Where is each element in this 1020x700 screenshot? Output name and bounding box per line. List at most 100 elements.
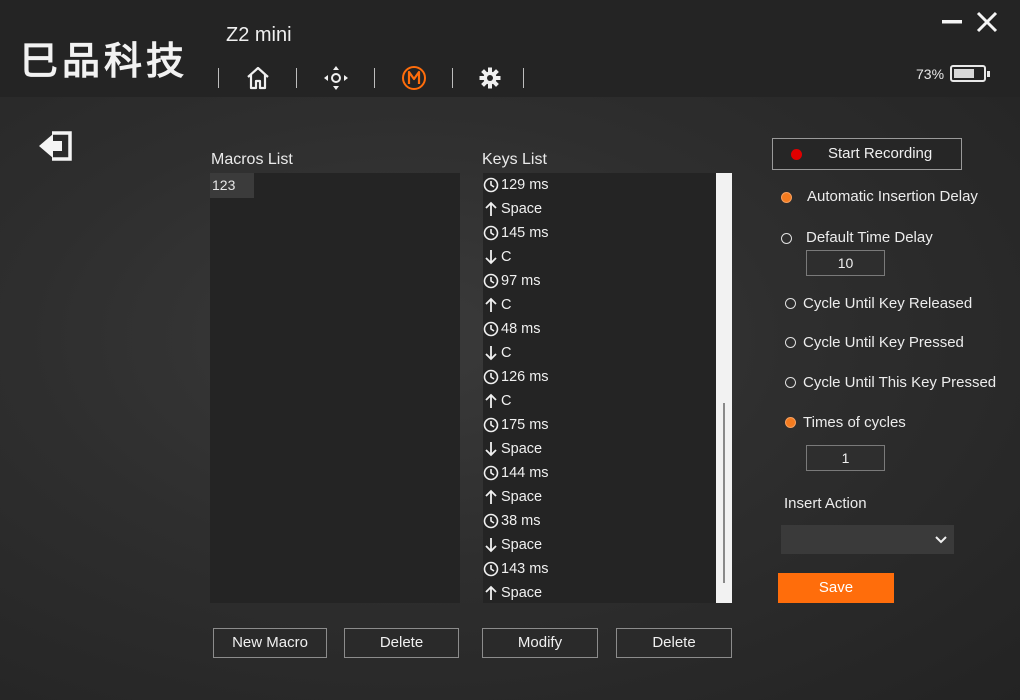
- nav-separator: [523, 68, 524, 88]
- key-down-icon: [483, 441, 501, 457]
- insert-action-select[interactable]: [781, 525, 954, 554]
- save-button[interactable]: Save: [778, 573, 894, 603]
- home-icon[interactable]: [245, 64, 271, 92]
- modify-key-button[interactable]: Modify: [482, 628, 598, 658]
- dpad-icon[interactable]: [323, 64, 349, 92]
- key-list-row-text: Space: [501, 537, 543, 553]
- key-list-row[interactable]: 144 ms: [483, 461, 732, 485]
- key-list-row[interactable]: C: [483, 389, 732, 413]
- key-list-row-text: C: [501, 249, 512, 265]
- nav-separator: [296, 68, 297, 88]
- keys-scrollbar-thumb[interactable]: [723, 403, 725, 583]
- default-delay-label: Default Time Delay: [806, 229, 933, 246]
- clock-icon: [483, 561, 501, 577]
- key-list-row-text: 129 ms: [501, 177, 549, 193]
- cycle-released-radio[interactable]: [785, 298, 796, 309]
- key-list-row[interactable]: C: [483, 245, 732, 269]
- cycle-this-key-radio[interactable]: [785, 377, 796, 388]
- cycle-pressed-label: Cycle Until Key Pressed: [803, 334, 964, 351]
- new-macro-button[interactable]: New Macro: [213, 628, 327, 658]
- key-list-row-text: Space: [501, 489, 543, 505]
- key-list-row[interactable]: 38 ms: [483, 509, 732, 533]
- key-list-row-text: 143 ms: [501, 561, 549, 577]
- insert-action-label: Insert Action: [784, 495, 867, 512]
- gear-icon[interactable]: [477, 64, 503, 92]
- key-list-row[interactable]: C: [483, 293, 732, 317]
- times-of-cycles-radio[interactable]: [785, 417, 796, 428]
- key-list-row[interactable]: C: [483, 341, 732, 365]
- key-list-row[interactable]: Space: [483, 485, 732, 509]
- key-down-icon: [483, 537, 501, 553]
- key-list-row[interactable]: 145 ms: [483, 221, 732, 245]
- cycle-released-label: Cycle Until Key Released: [803, 295, 973, 312]
- key-list-row-text: Space: [501, 585, 543, 601]
- keys-list: 129 ms Space 145 ms C 97 ms C 48 ms C 126 ms C 175…: [483, 173, 732, 603]
- key-list-row-text: Space: [501, 441, 543, 457]
- battery-icon: [950, 65, 990, 82]
- cycle-this-key-label: Cycle Until This Key Pressed: [803, 374, 997, 391]
- device-name: Z2 mini: [226, 24, 292, 46]
- start-recording-label: Start Recording: [828, 145, 933, 162]
- key-list-row-text: 144 ms: [501, 465, 549, 481]
- chevron-down-icon: [935, 536, 947, 544]
- auto-delay-label: Automatic Insertion Delay: [807, 188, 978, 205]
- key-down-icon: [483, 249, 501, 265]
- nav-separator: [452, 68, 453, 88]
- minimize-icon[interactable]: [940, 10, 964, 34]
- key-list-row-text: 38 ms: [501, 513, 541, 529]
- macros-list-title: Macros List: [211, 151, 293, 168]
- default-delay-input[interactable]: 10: [806, 250, 885, 276]
- keys-scrollbar[interactable]: [716, 173, 732, 603]
- battery-nub: [987, 71, 990, 77]
- clock-icon: [483, 417, 501, 433]
- brand-logo: 巳品科技: [20, 39, 189, 83]
- macro-icon[interactable]: [401, 64, 427, 92]
- key-list-row[interactable]: Space: [483, 581, 732, 603]
- key-list-row[interactable]: 129 ms: [483, 173, 732, 197]
- macro-list-item[interactable]: 123: [210, 173, 254, 198]
- clock-icon: [483, 465, 501, 481]
- key-down-icon: [483, 345, 501, 361]
- key-list-row[interactable]: Space: [483, 437, 732, 461]
- key-list-row[interactable]: 97 ms: [483, 269, 732, 293]
- key-list-row[interactable]: Space: [483, 197, 732, 221]
- battery-fill: [954, 69, 975, 78]
- key-up-icon: [483, 585, 501, 601]
- key-list-row-text: 48 ms: [501, 321, 541, 337]
- times-of-cycles-label: Times of cycles: [803, 414, 906, 431]
- key-list-row[interactable]: 175 ms: [483, 413, 732, 437]
- start-recording-button[interactable]: Start Recording: [772, 138, 962, 170]
- default-delay-radio[interactable]: [781, 233, 792, 244]
- key-list-row-text: C: [501, 393, 512, 409]
- key-list-row[interactable]: 48 ms: [483, 317, 732, 341]
- macros-list: 123: [210, 173, 460, 603]
- clock-icon: [483, 177, 501, 193]
- delete-key-button[interactable]: Delete: [616, 628, 732, 658]
- delete-macro-button[interactable]: Delete: [344, 628, 459, 658]
- clock-icon: [483, 273, 501, 289]
- key-list-row-text: C: [501, 345, 512, 361]
- key-up-icon: [483, 297, 501, 313]
- key-up-icon: [483, 489, 501, 505]
- close-icon[interactable]: [975, 10, 999, 34]
- clock-icon: [483, 513, 501, 529]
- key-list-row-text: 126 ms: [501, 369, 549, 385]
- nav-separator: [374, 68, 375, 88]
- clock-icon: [483, 225, 501, 241]
- key-list-row-text: C: [501, 297, 512, 313]
- key-list-row[interactable]: Space: [483, 533, 732, 557]
- times-of-cycles-input[interactable]: 1: [806, 445, 885, 471]
- auto-delay-radio[interactable]: [781, 192, 792, 203]
- clock-icon: [483, 321, 501, 337]
- key-list-row-text: 97 ms: [501, 273, 541, 289]
- key-list-row[interactable]: 143 ms: [483, 557, 732, 581]
- back-arrow-icon[interactable]: [38, 130, 74, 162]
- key-list-row-text: 175 ms: [501, 417, 549, 433]
- nav-separator: [218, 68, 219, 88]
- cycle-pressed-radio[interactable]: [785, 337, 796, 348]
- battery-percentage: 73%: [916, 66, 945, 82]
- key-list-row[interactable]: 126 ms: [483, 365, 732, 389]
- record-dot-icon: [791, 149, 802, 160]
- clock-icon: [483, 369, 501, 385]
- key-up-icon: [483, 201, 501, 217]
